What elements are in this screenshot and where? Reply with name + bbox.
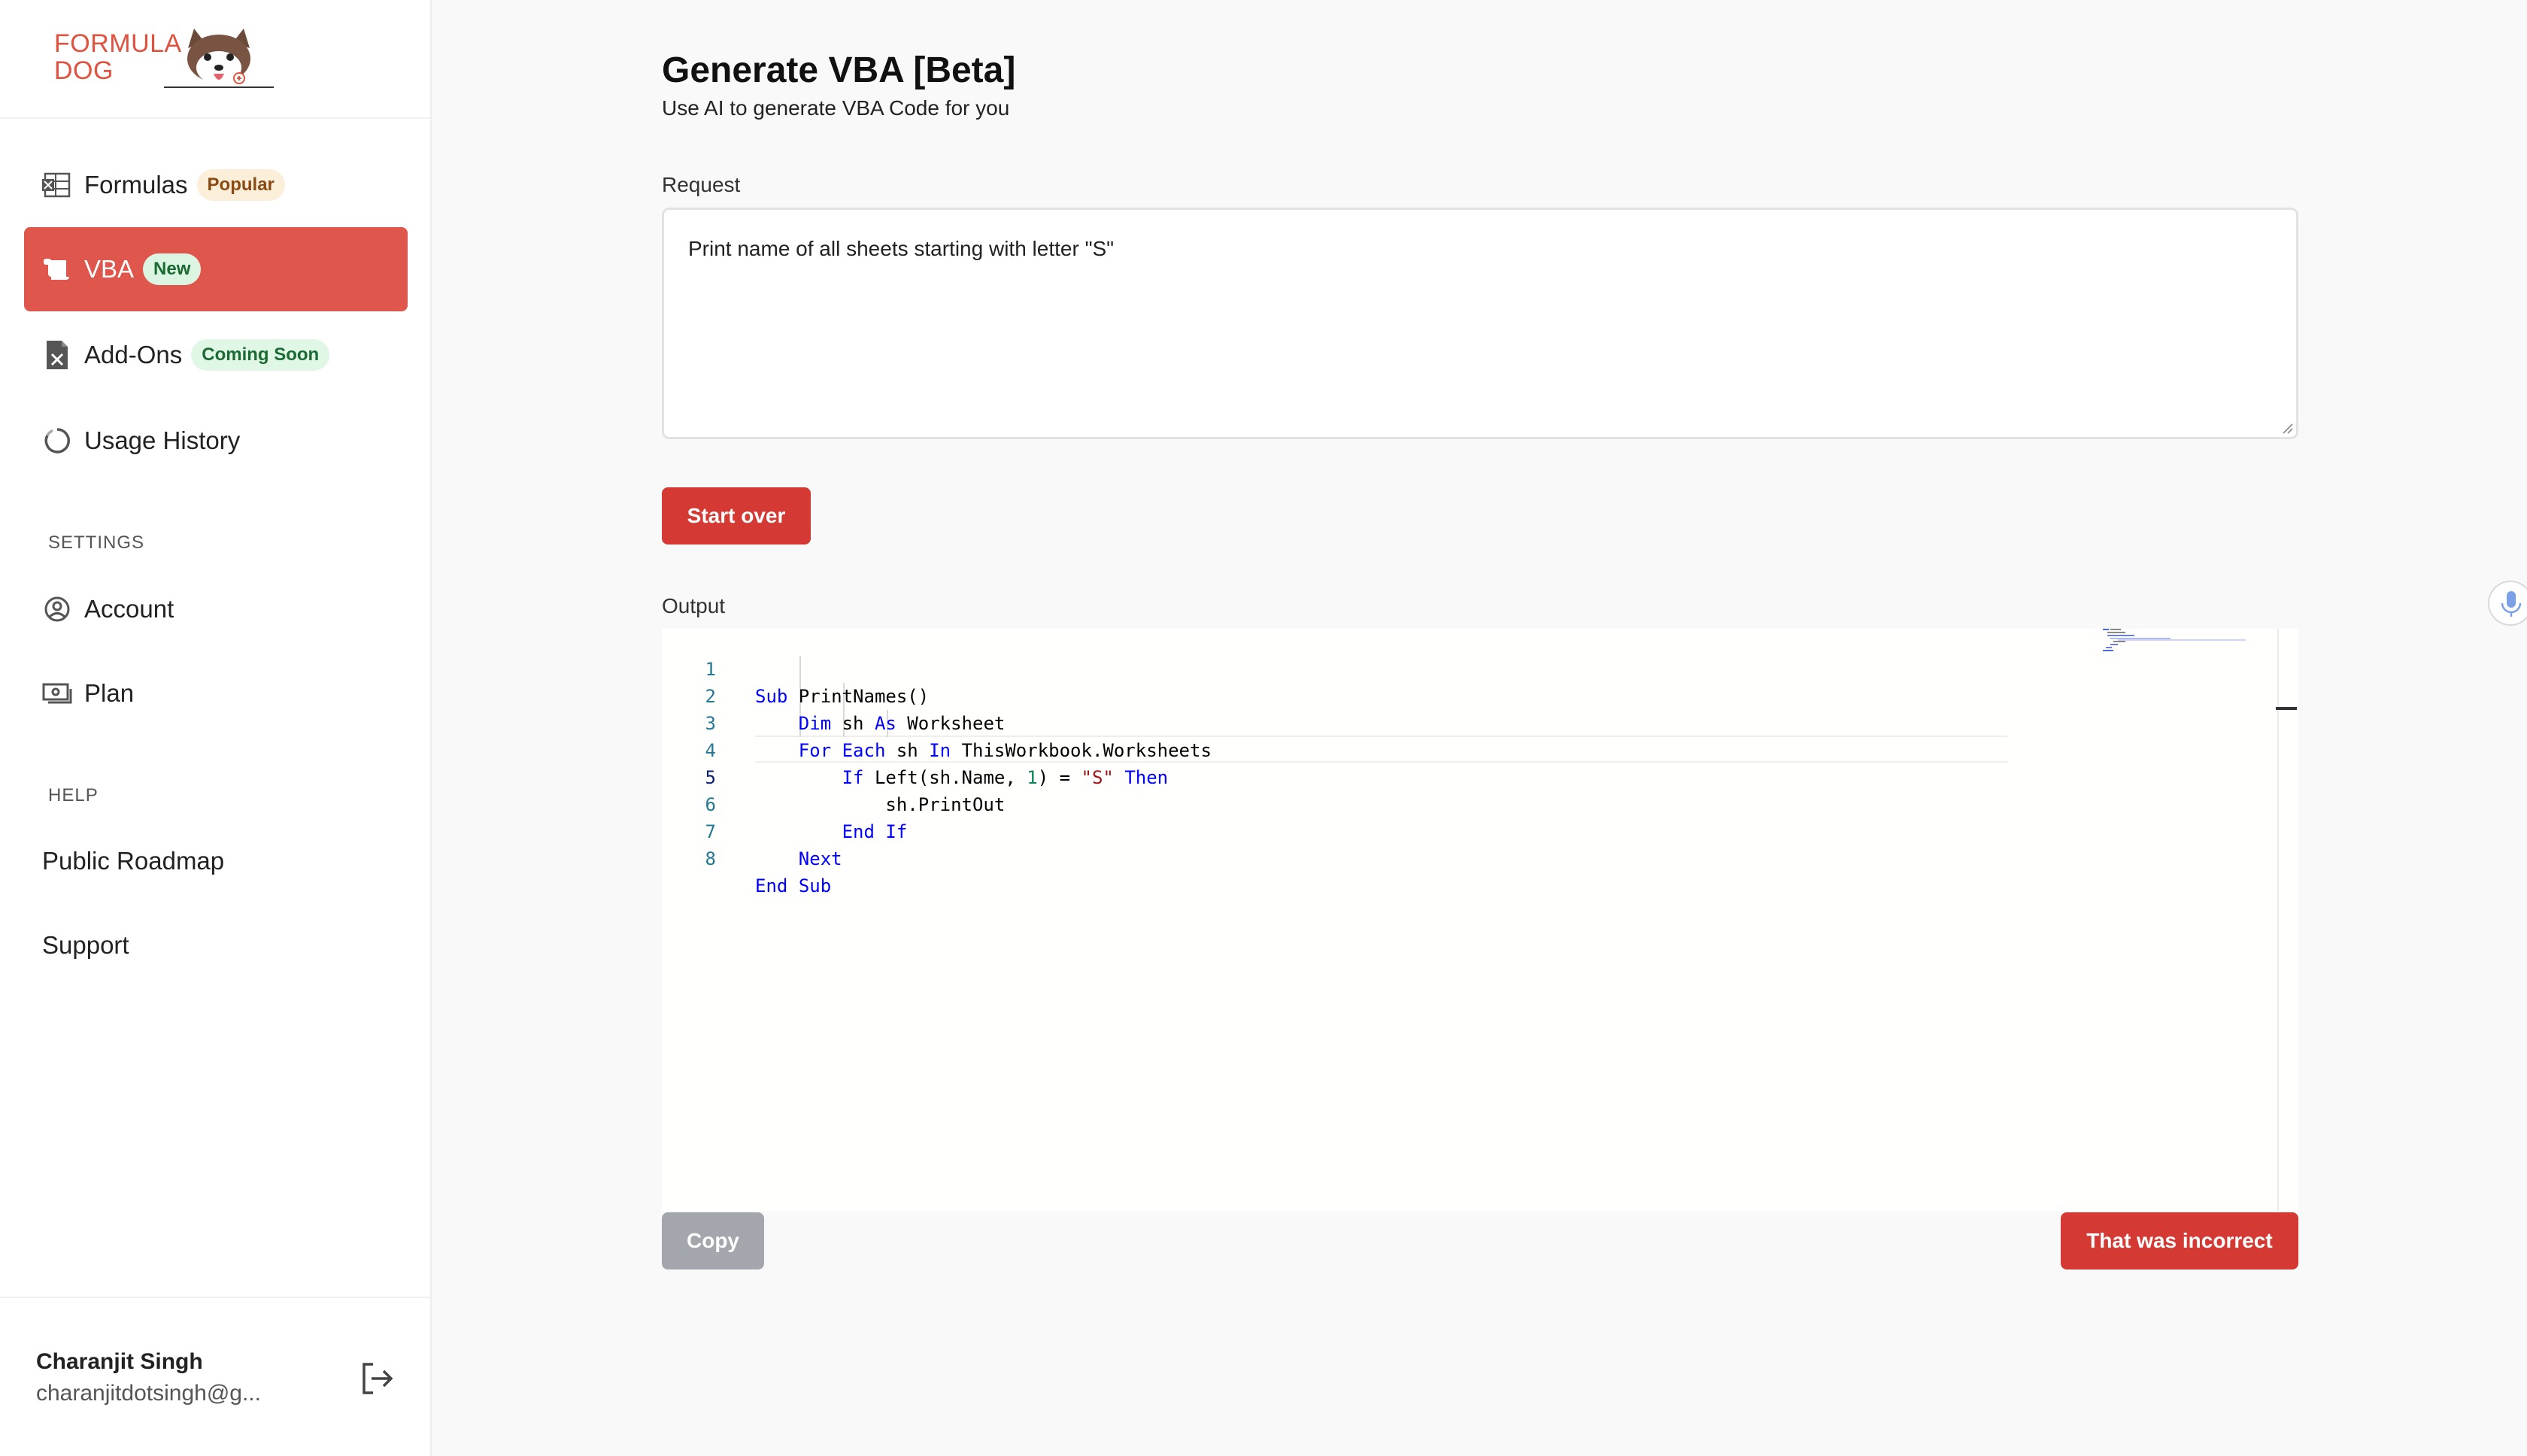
sidebar-item-usage-history[interactable]: Usage History: [24, 399, 408, 483]
code-line: 1 Sub PrintNames(): [662, 629, 2098, 707]
sidebar-item-label: Formulas: [84, 171, 188, 199]
sidebar-item-label: VBA: [84, 255, 135, 283]
scroll-position-marker: [2276, 707, 2297, 710]
code-line: 8 End Sub: [662, 818, 2098, 896]
scroll-icon: [41, 253, 74, 286]
sidebar-item-vba[interactable]: VBA New: [24, 227, 408, 311]
husky-logo-icon: [164, 29, 274, 88]
spreadsheet-icon: [41, 168, 74, 202]
request-input[interactable]: Print name of all sheets starting with l…: [662, 208, 2298, 439]
start-over-button[interactable]: Start over: [662, 487, 811, 544]
sidebar-item-plan[interactable]: Plan: [24, 651, 408, 736]
excel-file-icon: [41, 338, 74, 372]
settings-section-title: SETTINGS: [48, 532, 145, 553]
copy-button[interactable]: Copy: [662, 1212, 764, 1269]
coming-soon-badge: Coming Soon: [191, 339, 330, 371]
user-profile: Charanjit Singh charanjitdotsingh@g...: [0, 1297, 430, 1456]
banknote-icon: [41, 677, 74, 710]
code-line: 2 Dim sh As Worksheet: [662, 656, 2098, 734]
help-section-title: HELP: [48, 785, 99, 805]
popular-badge: Popular: [196, 169, 285, 201]
sidebar-item-account[interactable]: Account: [24, 567, 408, 651]
new-badge: New: [143, 253, 202, 285]
output-label: Output: [662, 594, 726, 617]
sidebar-item-formulas[interactable]: Formulas Popular: [24, 143, 408, 227]
logo-text-line1: FORMULA: [54, 29, 182, 58]
logo-text-line2: DOG: [54, 56, 114, 85]
logo-area: FORMULA DOG: [0, 0, 430, 119]
sidebar-item-public-roadmap[interactable]: Public Roadmap: [42, 847, 224, 875]
sidebar: FORMULA DOG Formulas Popular VBA New Add…: [0, 0, 432, 1456]
sidebar-item-label: Add-Ons: [84, 341, 183, 369]
code-minimap[interactable]: [2103, 629, 2246, 659]
code-editor[interactable]: 1 Sub PrintNames() 2 Dim sh As Worksheet…: [662, 629, 2298, 1211]
user-circle-icon: [41, 593, 74, 626]
logo-wordmark[interactable]: FORMULA DOG: [54, 30, 182, 84]
sidebar-item-support[interactable]: Support: [42, 931, 129, 960]
code-line: 6 End If: [662, 764, 2098, 842]
user-name: Charanjit Singh: [36, 1349, 203, 1374]
microphone-icon: [2501, 591, 2522, 617]
editor-scrollbar[interactable]: [2277, 629, 2279, 1211]
voice-input-button[interactable]: [2488, 581, 2527, 626]
code-line: 3 For Each sh In ThisWorkbook.Worksheets: [662, 683, 2098, 761]
code-text: End Sub: [755, 875, 832, 896]
code-line: 5 sh.PrintOut: [662, 737, 2098, 815]
sidebar-item-label: Account: [84, 595, 174, 623]
line-number: 8: [705, 848, 716, 869]
code-line: 4 If Left(sh.Name, 1) = "S" Then: [662, 710, 2098, 788]
history-icon: [41, 424, 74, 457]
that-was-incorrect-button[interactable]: That was incorrect: [2061, 1212, 2298, 1269]
sidebar-item-label: Usage History: [84, 426, 241, 454]
logout-icon[interactable]: [356, 1358, 397, 1399]
page-title: Generate VBA [Beta]: [662, 50, 1016, 90]
request-label: Request: [662, 173, 741, 196]
code-line: 7 Next: [662, 791, 2098, 869]
resize-grip-icon[interactable]: [2282, 423, 2294, 435]
sidebar-item-label: Plan: [84, 679, 135, 707]
page-subtitle: Use AI to generate VBA Code for you: [662, 96, 1010, 120]
code-text: Next: [798, 848, 842, 869]
user-email: charanjitdotsingh@g...: [36, 1381, 261, 1406]
sidebar-item-add-ons[interactable]: Add-Ons Coming Soon: [24, 313, 408, 397]
